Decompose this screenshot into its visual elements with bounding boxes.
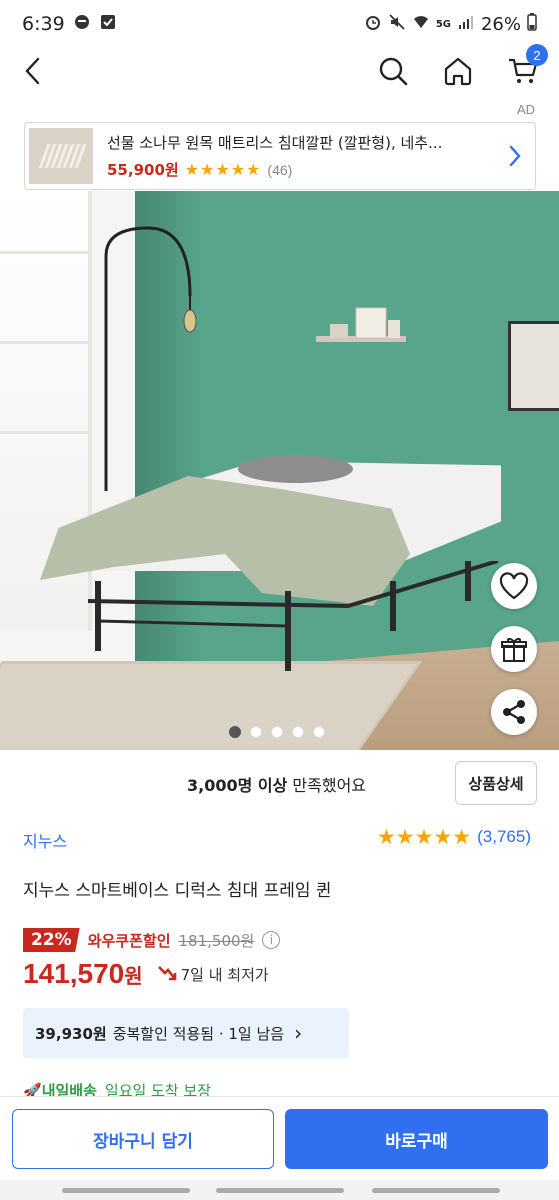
ad-price: 55,900원 bbox=[107, 161, 179, 179]
ad-review-count: (46) bbox=[267, 161, 293, 178]
share-button[interactable] bbox=[491, 689, 537, 735]
extra-discount-amount: 39,930원 bbox=[35, 1024, 107, 1043]
gallery-dot[interactable] bbox=[229, 726, 241, 738]
lowest-price-label: 7일 내 최저가 bbox=[180, 965, 269, 984]
discount-row: 22% 와우쿠폰할인 181,500원 i bbox=[23, 928, 281, 952]
search-icon bbox=[379, 57, 408, 86]
extra-discount-banner[interactable]: 39,930원 중복할인 적용됨 · 1일 남음 › bbox=[23, 1008, 349, 1058]
brand-link[interactable]: 지누스 bbox=[23, 828, 67, 852]
wifi-icon bbox=[412, 13, 430, 36]
ad-product-image bbox=[29, 128, 93, 184]
coupon-label: 와우쿠폰할인 bbox=[87, 931, 171, 950]
clock: 6:39 bbox=[22, 13, 65, 35]
share-icon bbox=[503, 700, 525, 724]
back-arrow-icon bbox=[25, 57, 40, 85]
sale-price: 141,570 bbox=[23, 958, 125, 989]
gallery-dot[interactable] bbox=[313, 726, 325, 738]
product-rating[interactable]: ★★★★★ (3,765) bbox=[377, 825, 531, 849]
wishlist-button[interactable] bbox=[491, 563, 537, 609]
chevron-right-icon: › bbox=[294, 1021, 303, 1045]
gift-icon bbox=[501, 638, 527, 662]
heart-icon bbox=[499, 572, 529, 600]
ad-title: 선물 소나무 원목 매트리스 침대깔판 (깔판형), 네추... bbox=[107, 134, 443, 152]
discount-rate-badge: 22% bbox=[23, 928, 80, 952]
pillow bbox=[238, 455, 353, 483]
alarm-icon bbox=[364, 13, 382, 36]
product-title: 지누스 스마트베이스 디럭스 침대 프레임 퀸 bbox=[23, 881, 332, 901]
ad-rating-stars: ★★★★★ bbox=[184, 160, 262, 179]
review-count: (3,765) bbox=[477, 827, 531, 846]
nav-home-button[interactable] bbox=[216, 1188, 344, 1193]
signal-icon bbox=[457, 13, 475, 36]
wall-shelf bbox=[316, 307, 406, 342]
network-type: 5G bbox=[435, 18, 451, 30]
cart-button[interactable]: 2 bbox=[500, 44, 548, 94]
back-button[interactable] bbox=[10, 48, 56, 94]
wall-picture bbox=[508, 321, 559, 411]
ad-label: AD bbox=[516, 102, 535, 117]
battery-level: 26% bbox=[480, 13, 521, 35]
price-down-arrow-icon bbox=[157, 966, 176, 981]
bottom-action-bar: 장바구니 담기 바로구매 bbox=[0, 1096, 559, 1180]
gallery-dot[interactable] bbox=[250, 726, 262, 738]
ad-banner[interactable]: 선물 소나무 원목 매트리스 침대깔판 (깔판형), 네추... 55,900원… bbox=[24, 122, 536, 190]
status-bar: 6:39 5G 26% bbox=[0, 0, 559, 48]
chat-notification-icon bbox=[73, 13, 91, 36]
info-icon[interactable]: i bbox=[262, 931, 281, 949]
gallery-dot[interactable] bbox=[292, 726, 304, 738]
nav-recent-button[interactable] bbox=[62, 1188, 190, 1193]
chevron-right-icon bbox=[509, 145, 521, 167]
satisfaction-text: 3,000명 이상 만족했어요 bbox=[187, 772, 366, 796]
cart-count-badge: 2 bbox=[526, 44, 548, 66]
rating-stars: ★★★★★ bbox=[376, 825, 472, 849]
home-icon bbox=[444, 57, 472, 86]
gallery-dot[interactable] bbox=[271, 726, 283, 738]
home-button[interactable] bbox=[435, 48, 481, 94]
search-button[interactable] bbox=[370, 48, 416, 94]
gift-button[interactable] bbox=[491, 626, 537, 672]
bed-frame bbox=[88, 561, 499, 671]
mute-icon bbox=[388, 13, 406, 36]
product-detail-button[interactable]: 상품상세 bbox=[455, 761, 537, 805]
gallery-indicator bbox=[229, 726, 325, 738]
nav-back-button[interactable] bbox=[372, 1188, 500, 1193]
buy-now-button[interactable]: 바로구매 bbox=[285, 1109, 548, 1169]
extra-discount-text: 중복할인 적용됨 · 1일 남음 bbox=[112, 1024, 285, 1043]
satisfaction-rest: 만족했어요 bbox=[287, 776, 367, 795]
add-to-cart-button[interactable]: 장바구니 담기 bbox=[12, 1109, 274, 1169]
price-unit: 원 bbox=[124, 964, 143, 988]
top-nav-bar: 2 bbox=[0, 44, 559, 98]
rug bbox=[0, 661, 423, 750]
price-row: 141,570원 7일 내 최저가 bbox=[23, 958, 269, 990]
satisfaction-count: 3,000명 이상 bbox=[187, 776, 288, 795]
original-price: 181,500원 bbox=[178, 931, 255, 950]
lowest-price-note: 7일 내 최저가 bbox=[157, 964, 269, 985]
check-notification-icon bbox=[99, 13, 117, 36]
floor-lamp bbox=[104, 226, 197, 491]
battery-icon bbox=[527, 12, 537, 36]
product-image-gallery[interactable] bbox=[0, 191, 559, 750]
